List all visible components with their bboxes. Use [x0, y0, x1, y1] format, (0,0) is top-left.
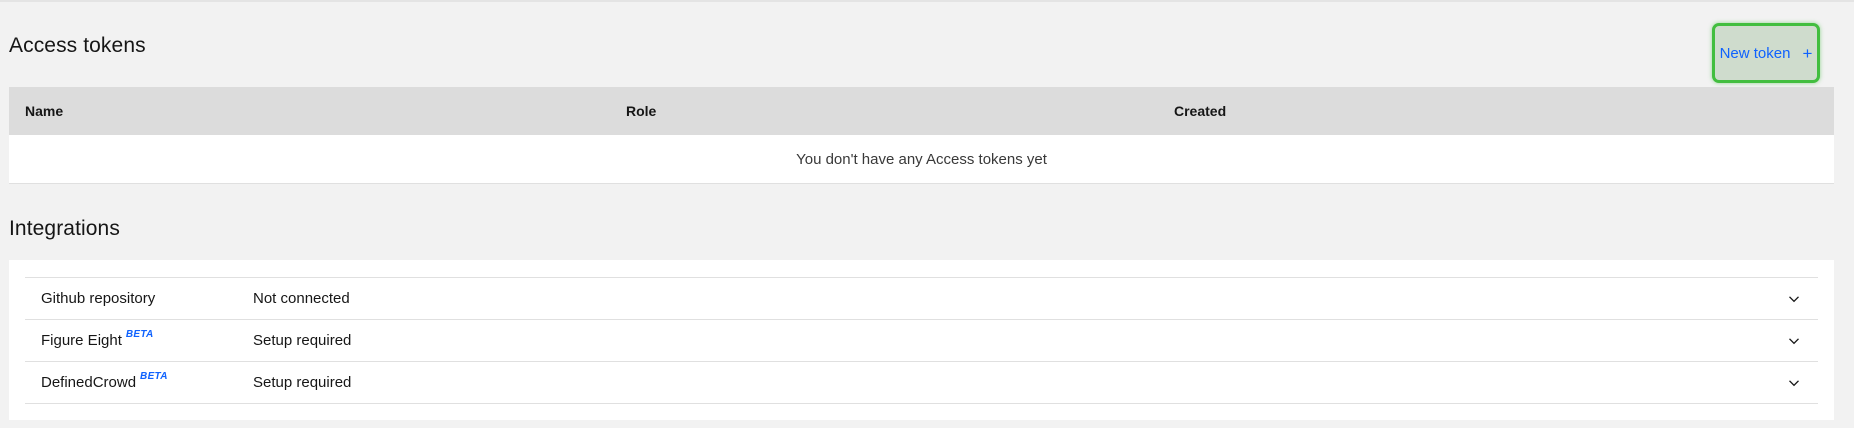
- empty-state-message: You don't have any Access tokens yet: [9, 135, 1834, 184]
- access-tokens-table: Name Role Created You don't have any Acc…: [9, 87, 1834, 184]
- new-token-button[interactable]: New token +: [1712, 23, 1820, 83]
- integration-status: Setup required: [253, 332, 352, 349]
- column-header-name[interactable]: Name: [25, 87, 63, 135]
- beta-badge: BETA: [125, 329, 154, 340]
- integration-name-label: Figure Eight: [41, 332, 122, 349]
- integration-name-label: Github repository: [41, 290, 156, 307]
- chevron-down-icon[interactable]: [1786, 291, 1802, 307]
- table-header-row: Name Role Created: [9, 87, 1834, 135]
- integration-row-definedcrowd[interactable]: DefinedCrowd BETA Setup required: [25, 362, 1818, 404]
- integration-name: DefinedCrowd BETA: [41, 362, 168, 403]
- integration-status: Not connected: [253, 290, 350, 307]
- integration-name: Github repository: [41, 278, 155, 319]
- integrations-title: Integrations: [9, 217, 120, 240]
- integrations-panel: Github repository Not connected Figure E…: [9, 260, 1834, 420]
- chevron-down-icon[interactable]: [1786, 375, 1802, 391]
- integration-name-label: DefinedCrowd: [41, 374, 137, 391]
- chevron-down-icon[interactable]: [1786, 333, 1802, 349]
- column-header-created[interactable]: Created: [1174, 87, 1226, 135]
- column-header-role[interactable]: Role: [626, 87, 656, 135]
- beta-badge: BETA: [140, 371, 168, 382]
- integration-row-github[interactable]: Github repository Not connected: [25, 278, 1818, 320]
- integration-row-figure-eight[interactable]: Figure Eight BETA Setup required: [25, 320, 1818, 362]
- integration-name: Figure Eight BETA: [41, 320, 154, 361]
- new-token-label: New token: [1719, 44, 1791, 62]
- integrations-list: Github repository Not connected Figure E…: [25, 277, 1818, 404]
- plus-icon: +: [1802, 43, 1813, 63]
- access-tokens-title: Access tokens: [9, 34, 146, 57]
- integration-status: Setup required: [253, 374, 352, 391]
- settings-page: Access tokens New token + Name Role Crea…: [0, 0, 1854, 428]
